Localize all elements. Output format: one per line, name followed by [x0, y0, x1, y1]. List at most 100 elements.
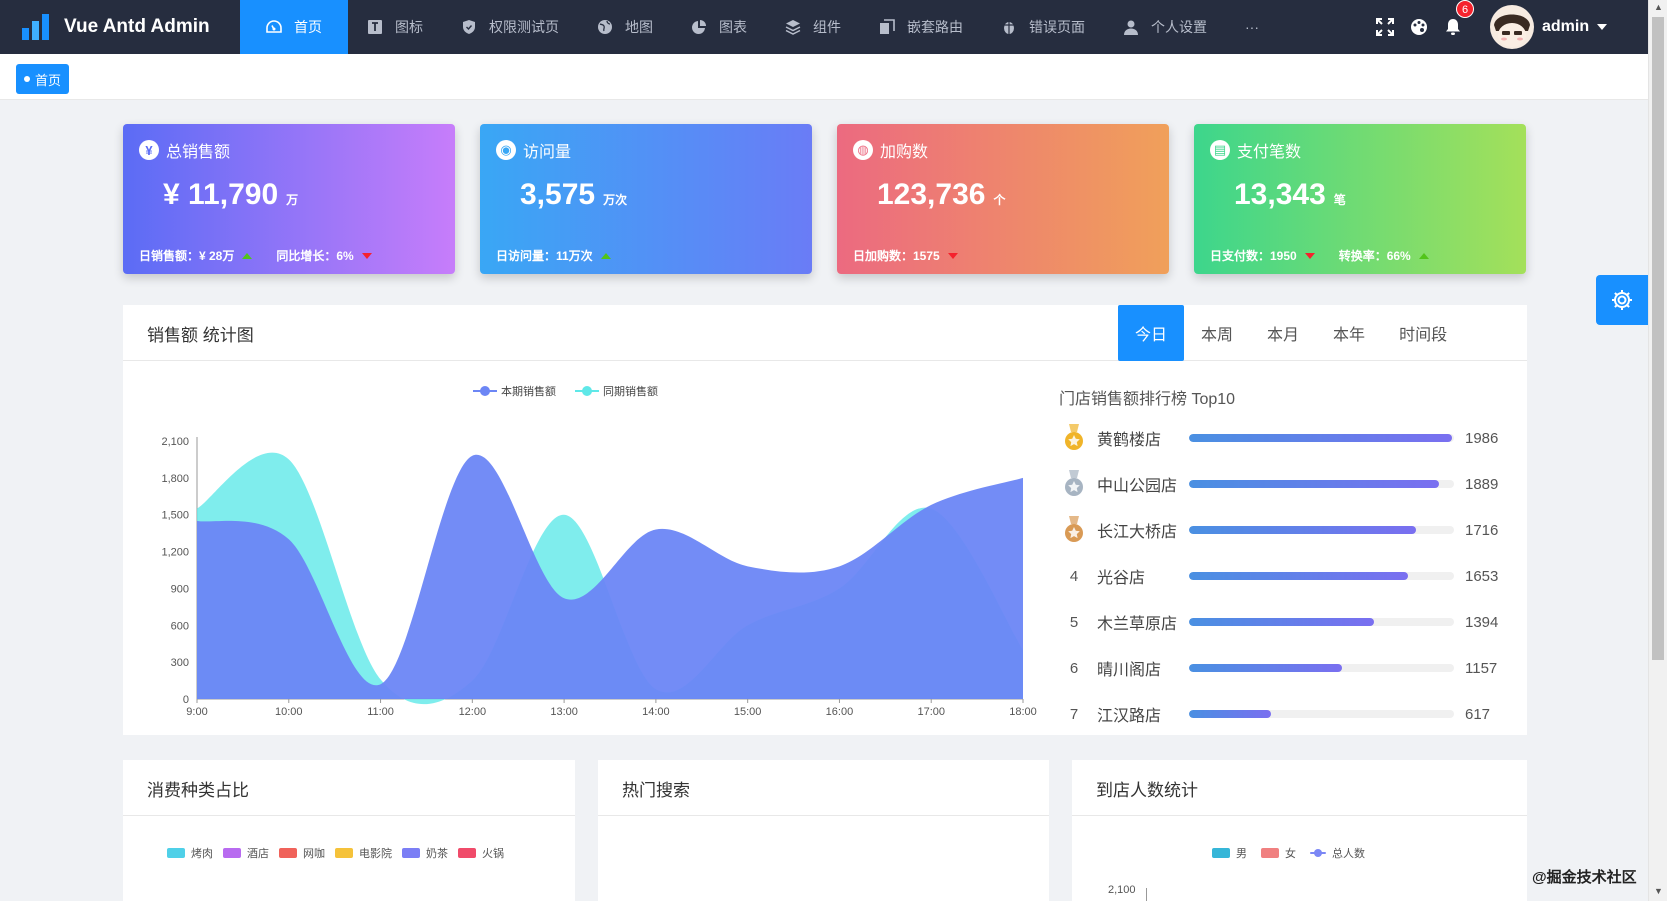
stat-card-title-text: 访问量	[523, 144, 572, 161]
ranking-bar-fill	[1189, 434, 1453, 442]
legend-item[interactable]: 火锅	[458, 845, 504, 861]
legend-label: 电影院	[359, 848, 392, 860]
nav-item-layers[interactable]: 组件	[766, 0, 860, 54]
nav-label: 图表	[719, 19, 747, 35]
store-name: 长江大桥店	[1097, 524, 1178, 541]
logo[interactable]: Vue Antd Admin	[22, 0, 210, 54]
pie-chart-icon	[692, 20, 706, 34]
store-name: 黄鹤楼店	[1097, 432, 1162, 449]
legend-swatch	[458, 848, 476, 858]
ranking-bar-fill	[1189, 710, 1271, 718]
username: admin	[1542, 18, 1590, 35]
notification-badge: 6	[1456, 0, 1475, 18]
nav-item-copy[interactable]: 嵌套路由	[860, 0, 982, 54]
rank-number: 6	[1069, 659, 1079, 677]
range-tab[interactable]: 本周	[1184, 305, 1250, 361]
category-legend: 烤肉 酒店 网咖 电影院 奶茶 火锅	[167, 845, 504, 861]
page-scrollbar[interactable]: ▲ ▼	[1648, 0, 1667, 901]
y-tick-label: 0	[183, 694, 189, 706]
y-tick-label: 2,100	[161, 436, 189, 448]
y-tick-label: 1,200	[161, 547, 189, 559]
stat-card-title: ◉ 访问量	[496, 138, 571, 162]
ranking-bar-track	[1189, 710, 1454, 718]
medal-icon	[1059, 469, 1089, 499]
store-name: 光谷店	[1097, 570, 1146, 587]
legend-item[interactable]: 酒店	[223, 845, 269, 861]
fullscreen-button[interactable]	[1368, 18, 1402, 36]
legend-item[interactable]: 网咖	[279, 845, 325, 861]
legend-swatch	[335, 848, 353, 858]
trend-up-icon	[1418, 252, 1429, 259]
legend-swatch	[1212, 848, 1230, 858]
ranking-row: 5 木兰草原店 1394	[1059, 607, 1499, 637]
range-tab[interactable]: 时间段	[1382, 305, 1464, 361]
ranking-bar-fill	[1189, 664, 1343, 672]
chart-legend-item[interactable]: 本期销售额	[473, 384, 556, 398]
range-tabs: 今日 本周 本月 本年 时间段	[1118, 305, 1464, 361]
nav-item-dashboard[interactable]: 首页	[240, 0, 348, 54]
ranking-title: 门店销售额排行榜 Top10	[1059, 391, 1236, 408]
nav-item-font[interactable]: 图标	[348, 0, 442, 54]
legend-item[interactable]: 总人数	[1310, 845, 1365, 861]
sales-area-chart: 0 300 600 900 1,200 1,500 1,800 2,100 9:00 10:00 1…	[161, 384, 1036, 718]
nav-item-user[interactable]: 个人设置	[1104, 0, 1226, 54]
legend-swatch	[1310, 849, 1326, 857]
stat-value: 123,736	[877, 178, 986, 211]
notification-button[interactable]: 6	[1436, 0, 1475, 36]
range-tab[interactable]: 本月	[1250, 305, 1316, 361]
legend-dot	[582, 386, 592, 396]
ranking-bar-track	[1189, 664, 1454, 672]
legend-item[interactable]: 女	[1261, 845, 1296, 861]
legend-label: 女	[1285, 848, 1296, 860]
legend-label: 网咖	[303, 848, 325, 860]
logo-icon	[22, 14, 49, 40]
stat-foot-item: 转换率：66%	[1339, 247, 1429, 264]
nav-item-pie-chart[interactable]: 图表	[672, 0, 766, 54]
caret-down-icon	[1597, 24, 1608, 30]
trend-down-icon	[361, 252, 372, 259]
legend-item[interactable]: 电影院	[335, 845, 392, 861]
range-tab[interactable]: 本年	[1316, 305, 1382, 361]
nav-label: 地图	[625, 19, 653, 35]
sales-panel: 销售额 统计图 今日 本周 本月 本年 时间段 0 300 600 900 1,200 1,500…	[123, 305, 1527, 735]
legend-item[interactable]: 男	[1212, 845, 1247, 861]
nav-item-bug[interactable]: 错误页面	[982, 0, 1104, 54]
font-icon	[368, 20, 382, 34]
stat-foot-item: 日访问量：11万次	[496, 247, 611, 264]
stat-card-title-text: 总销售额	[166, 144, 231, 161]
nav-item-safety[interactable]: 权限测试页	[442, 0, 578, 54]
chart-legend-item[interactable]: 同期销售额	[575, 384, 658, 398]
tag-dot	[24, 76, 30, 82]
x-tick-label: 14:00	[642, 706, 670, 718]
avatar	[1490, 5, 1534, 49]
visitor-panel: 到店人数统计 男 女 总人数 2,100	[1072, 760, 1527, 901]
legend-dot	[1314, 849, 1322, 857]
theme-button[interactable]	[1402, 18, 1436, 36]
store-sales-value: 1716	[1465, 521, 1499, 539]
store-sales-value: 617	[1465, 705, 1491, 723]
stat-foot-text: 日支付数：1950	[1210, 249, 1297, 263]
tag-home[interactable]: 首页	[16, 64, 70, 94]
user-menu[interactable]: admin	[1490, 5, 1608, 49]
stat-value: 3,575	[520, 178, 596, 211]
range-tab[interactable]: 今日	[1118, 305, 1185, 361]
app-title: Vue Antd Admin	[64, 16, 210, 37]
stat-card-title-text: 加购数	[880, 144, 929, 161]
legend-swatch	[1261, 848, 1279, 858]
nav-item-more[interactable]: ···	[1226, 0, 1278, 54]
stat-foot-text: 日加购数：1575	[853, 249, 940, 263]
legend-item[interactable]: 烤肉	[167, 845, 213, 861]
scroll-down-icon[interactable]: ▼	[1654, 886, 1663, 896]
hot-search-panel: 热门搜索	[598, 760, 1049, 901]
medal-icon	[1059, 515, 1089, 545]
category-panel-header: 消费种类占比	[123, 760, 575, 816]
scroll-up-icon[interactable]: ▲	[1654, 2, 1663, 12]
stat-value: 13,343	[1234, 178, 1326, 211]
scroll-thumb[interactable]	[1652, 17, 1664, 660]
main-nav: 首页 图标 权限测试页 地图 图表 组件 嵌套路由 错误页面 个人设置 ···	[240, 0, 1278, 54]
legend-item[interactable]: 奶茶	[402, 845, 448, 861]
nav-item-globe[interactable]: 地图	[578, 0, 672, 54]
settings-drawer-button[interactable]	[1596, 275, 1648, 325]
y-tick-label: 1,800	[161, 473, 189, 485]
user-icon	[1124, 20, 1138, 35]
